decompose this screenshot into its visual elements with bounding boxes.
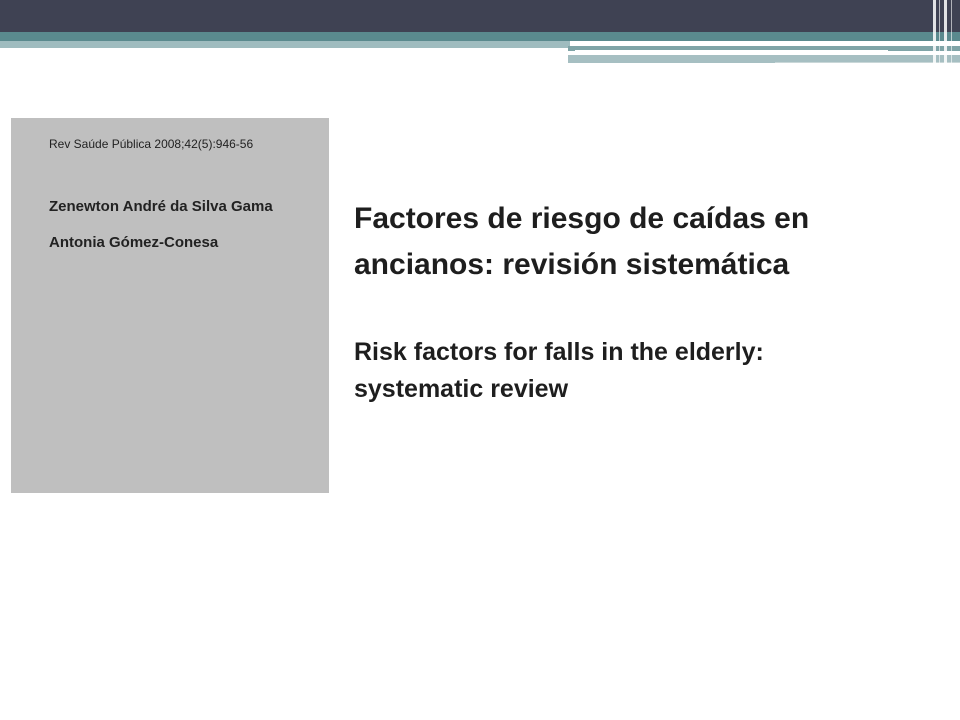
- author-name: Antonia Gómez-Conesa: [49, 234, 219, 251]
- article-info-panel: Rev Saúde Pública 2008;42(5):946-56 Zene…: [11, 118, 329, 493]
- slide-header-bar: [0, 0, 960, 32]
- header-vertical-stripe: [951, 0, 952, 64]
- author-name: Zenewton André da Silva Gama: [49, 198, 273, 215]
- header-vertical-stripe: [939, 0, 940, 64]
- header-vertical-stripe: [944, 0, 947, 64]
- article-title-english: Risk factors for falls in the elderly: s…: [354, 334, 934, 408]
- header-vertical-stripe: [933, 0, 936, 64]
- header-teal-band: [0, 32, 960, 41]
- header-light-band: [0, 41, 570, 48]
- title-line: ancianos: revisión sistemática: [354, 248, 790, 281]
- title-line: systematic review: [354, 375, 569, 403]
- title-line: Risk factors for falls in the elderly:: [354, 338, 764, 366]
- header-white-accent: [575, 50, 888, 53]
- journal-citation: Rev Saúde Pública 2008;42(5):946-56: [49, 137, 254, 151]
- title-line: Factores de riesgo de caídas en: [354, 202, 810, 235]
- article-title-spanish: Factores de riesgo de caídas en ancianos…: [354, 196, 934, 288]
